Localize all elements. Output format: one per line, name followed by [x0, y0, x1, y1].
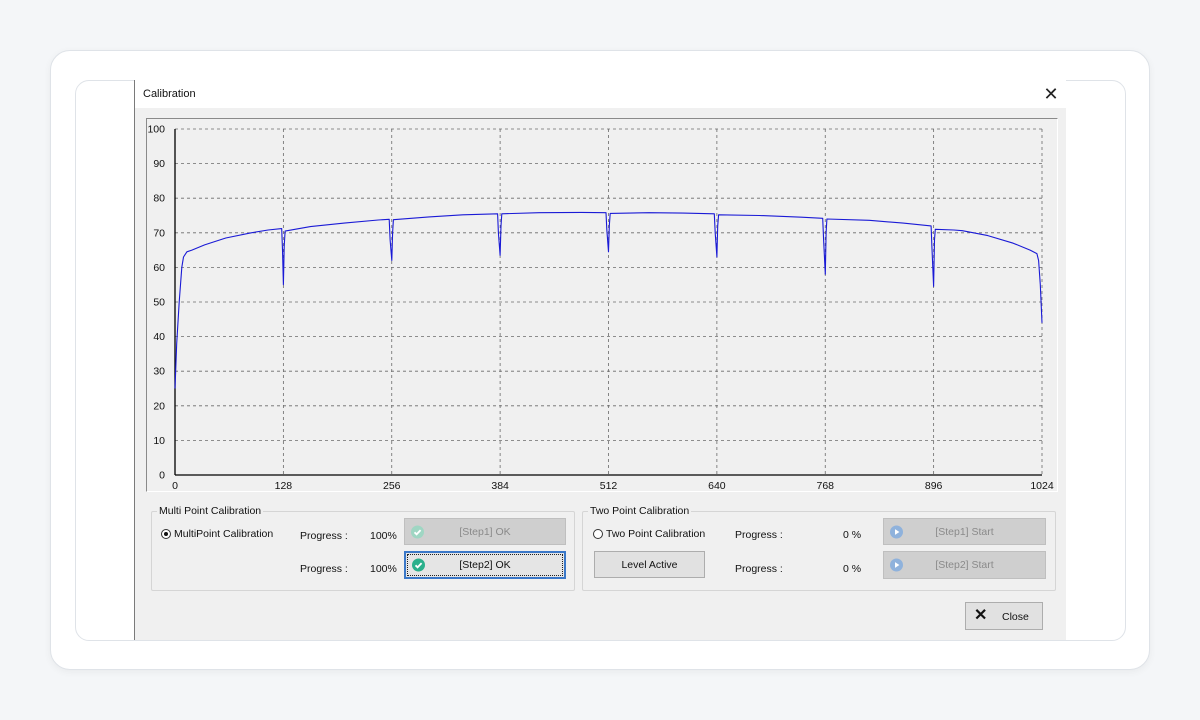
x-tick-label: 0	[172, 480, 178, 491]
tp-step2-start-button[interactable]: [Step2] Start	[883, 551, 1046, 579]
window-title: Calibration	[143, 88, 196, 100]
y-tick-label: 70	[153, 227, 165, 239]
x-tick-label: 384	[491, 480, 509, 491]
calibration-window: Calibration ✕ 0 10 20 30 40 50 60 70 80 90 100 0 128…	[134, 80, 1066, 640]
tp-step1-progress-label: Progress :	[735, 529, 783, 541]
check-icon	[411, 525, 424, 538]
y-tick-label: 20	[153, 400, 165, 412]
twopoint-radio-label: Two Point Calibration	[606, 528, 706, 540]
y-tick-label: 100	[147, 124, 165, 136]
mp-step2-ok-button[interactable]: [Step2] OK	[404, 551, 566, 579]
play-icon	[890, 525, 903, 538]
calibration-chart: 0 10 20 30 40 50 60 70 80 90 100 0 128 256 384 512 640 76…	[146, 118, 1058, 492]
x-tick-label: 1024	[1030, 480, 1054, 491]
y-tick-label: 30	[153, 366, 165, 378]
tp-step1-start-label: [Step1] Start	[935, 525, 994, 538]
multi-point-group-title: Multi Point Calibration	[157, 505, 264, 517]
window-close-icon[interactable]: ✕	[1041, 85, 1061, 103]
twopoint-radio-indicator[interactable]	[593, 529, 603, 539]
x-tick-label: 256	[383, 480, 401, 491]
mp-step2-progress-value: 100%	[370, 563, 397, 575]
mp-step2-progress-label: Progress :	[300, 563, 348, 575]
multipoint-radio[interactable]: MultiPoint Calibration	[161, 528, 273, 540]
tp-step2-progress-value: 0 %	[843, 563, 862, 575]
y-tick-label: 90	[153, 158, 165, 170]
chart-canvas: 0 10 20 30 40 50 60 70 80 90 100 0 128 256 384 512 640 76…	[147, 124, 1054, 492]
twopoint-radio[interactable]: Two Point Calibration	[593, 528, 705, 540]
close-icon: ✕	[974, 607, 988, 624]
x-tick-label: 512	[600, 480, 618, 491]
x-tick-label: 768	[816, 480, 834, 491]
y-tick-label: 40	[153, 331, 165, 343]
y-tick-label: 0	[159, 470, 165, 482]
x-tick-label: 128	[275, 480, 293, 491]
multipoint-radio-label: MultiPoint Calibration	[174, 528, 274, 540]
multi-point-group: Multi Point Calibration MultiPoint Calib…	[151, 505, 575, 591]
tp-step2-start-label: [Step2] Start	[935, 559, 994, 571]
two-point-group-title: Two Point Calibration	[588, 505, 692, 517]
close-button-label: Close	[1002, 611, 1029, 623]
tp-step1-progress-value: 0 %	[843, 529, 862, 541]
mp-step1-progress-value: 100%	[370, 530, 397, 542]
mp-step1-ok-button[interactable]: [Step1] OK	[404, 518, 566, 545]
y-tick-label: 10	[153, 435, 165, 447]
tp-step1-start-button[interactable]: [Step1] Start	[883, 518, 1046, 545]
play-icon	[890, 558, 903, 572]
mp-step2-ok-label: [Step2] OK	[459, 559, 511, 571]
mp-step1-ok-label: [Step1] OK	[459, 525, 511, 538]
y-tick-label: 50	[153, 297, 165, 309]
two-point-group: Two Point Calibration Two Point Calibrat…	[582, 505, 1056, 591]
title-bar: Calibration ✕	[135, 80, 1066, 108]
level-active-button[interactable]: Level Active	[594, 551, 705, 578]
multipoint-radio-indicator[interactable]	[161, 529, 171, 539]
check-icon	[412, 558, 425, 572]
y-tick-label: 60	[153, 262, 165, 274]
x-tick-label: 640	[708, 480, 726, 491]
x-tick-label: 896	[925, 480, 943, 491]
y-tick-label: 80	[153, 193, 165, 205]
tp-step2-progress-label: Progress :	[735, 563, 783, 575]
mp-step1-progress-label: Progress :	[300, 530, 348, 542]
close-button[interactable]: ✕ Close	[965, 602, 1043, 630]
